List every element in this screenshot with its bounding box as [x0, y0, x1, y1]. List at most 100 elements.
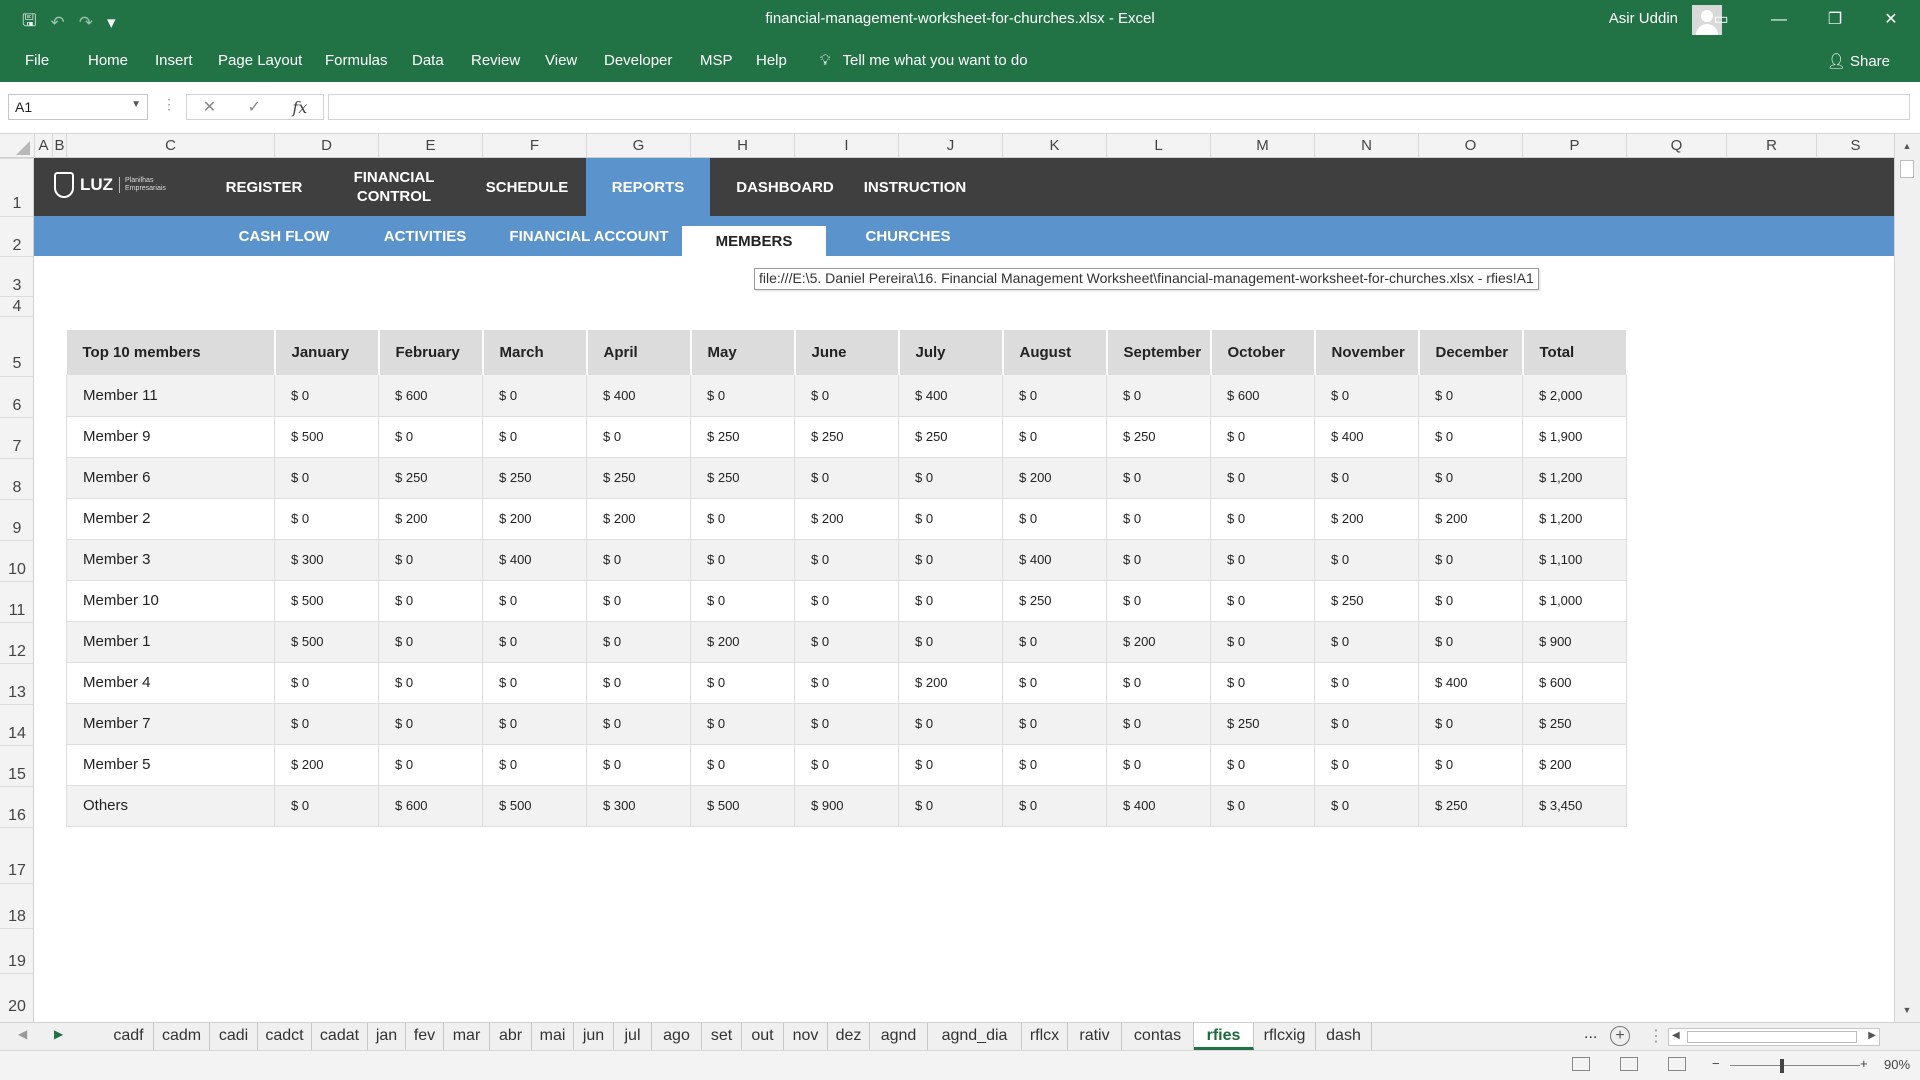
amount-cell[interactable]: $ 0: [794, 375, 899, 417]
member-name-cell[interactable]: Member 7: [66, 703, 275, 745]
total-cell[interactable]: $ 1,200: [1522, 498, 1627, 540]
amount-cell[interactable]: $ 0: [378, 703, 483, 745]
amount-cell[interactable]: $ 0: [274, 375, 379, 417]
amount-cell[interactable]: $ 250: [1418, 785, 1523, 827]
column-header[interactable]: R: [1726, 134, 1816, 158]
close-button[interactable]: ✕: [1862, 0, 1920, 40]
amount-cell[interactable]: $ 0: [898, 785, 1003, 827]
column-header[interactable]: S: [1816, 134, 1894, 158]
amount-cell[interactable]: $ 200: [794, 498, 899, 540]
amount-cell[interactable]: $ 0: [274, 703, 379, 745]
cancel-icon[interactable]: ✕: [203, 97, 216, 117]
column-header[interactable]: H: [690, 134, 794, 158]
amount-cell[interactable]: $ 200: [690, 621, 795, 663]
insert-function-icon[interactable]: fx: [292, 98, 307, 117]
total-cell[interactable]: $ 250: [1522, 703, 1627, 745]
resize-handle-icon[interactable]: ⋮: [162, 96, 176, 113]
nav-financial-control[interactable]: FINANCIAL CONTROL: [334, 158, 454, 216]
amount-cell[interactable]: $ 0: [690, 662, 795, 704]
tab-help[interactable]: Help: [756, 52, 787, 69]
amount-cell[interactable]: $ 0: [1314, 662, 1419, 704]
amount-cell[interactable]: $ 400: [586, 375, 691, 417]
worksheet[interactable]: LUZ Planilhas Empresariais REGISTER FINAN…: [34, 158, 1894, 1022]
amount-cell[interactable]: $ 600: [378, 785, 483, 827]
amount-cell[interactable]: $ 200: [1314, 498, 1419, 540]
amount-cell[interactable]: $ 0: [898, 498, 1003, 540]
formula-input[interactable]: [328, 94, 1910, 120]
row-header[interactable]: 11: [0, 581, 34, 622]
tell-me-box[interactable]: 💡︎ Tell me what you want to do: [820, 52, 1028, 69]
amount-cell[interactable]: $ 200: [898, 662, 1003, 704]
amount-cell[interactable]: $ 250: [794, 416, 899, 458]
amount-cell[interactable]: $ 0: [898, 457, 1003, 499]
amount-cell[interactable]: $ 200: [1106, 621, 1211, 663]
member-name-cell[interactable]: Member 11: [66, 375, 275, 417]
enter-icon[interactable]: ✓: [248, 97, 261, 117]
subtab-members[interactable]: MEMBERS: [682, 226, 826, 256]
amount-cell[interactable]: $ 0: [586, 416, 691, 458]
amount-cell[interactable]: $ 0: [482, 744, 587, 786]
sheet-tab-fev[interactable]: fev: [406, 1023, 444, 1050]
amount-cell[interactable]: $ 600: [1210, 375, 1315, 417]
row-header[interactable]: 20: [0, 973, 34, 1018]
row-header[interactable]: 10: [0, 540, 34, 581]
amount-cell[interactable]: $ 0: [690, 744, 795, 786]
minimize-button[interactable]: —: [1750, 0, 1808, 40]
row-header[interactable]: 19: [0, 928, 34, 973]
sheet-tab-nov[interactable]: nov: [784, 1023, 828, 1050]
hscroll-thumb[interactable]: [1687, 1031, 1857, 1043]
sheet-tab-jul[interactable]: jul: [614, 1023, 652, 1050]
column-header[interactable]: F: [482, 134, 586, 158]
amount-cell[interactable]: $ 0: [1418, 416, 1523, 458]
amount-cell[interactable]: $ 0: [1210, 457, 1315, 499]
amount-cell[interactable]: $ 0: [1106, 375, 1211, 417]
column-header[interactable]: J: [898, 134, 1002, 158]
tab-review[interactable]: Review: [471, 52, 520, 69]
amount-cell[interactable]: $ 0: [898, 580, 1003, 622]
amount-cell[interactable]: $ 0: [1314, 457, 1419, 499]
amount-cell[interactable]: $ 0: [1314, 375, 1419, 417]
scroll-down-icon[interactable]: ▼: [1899, 1002, 1915, 1018]
row-header[interactable]: 16: [0, 786, 34, 827]
amount-cell[interactable]: $ 0: [898, 621, 1003, 663]
amount-cell[interactable]: $ 500: [274, 416, 379, 458]
zoom-level[interactable]: 90%: [1884, 1057, 1910, 1072]
total-cell[interactable]: $ 2,000: [1522, 375, 1627, 417]
amount-cell[interactable]: $ 0: [378, 416, 483, 458]
sheet-tab-contas[interactable]: contas: [1122, 1023, 1194, 1050]
row-header[interactable]: 7: [0, 417, 34, 458]
row-header[interactable]: 3: [0, 256, 34, 296]
amount-cell[interactable]: $ 0: [1106, 457, 1211, 499]
amount-cell[interactable]: $ 0: [690, 498, 795, 540]
member-name-cell[interactable]: Member 2: [66, 498, 275, 540]
amount-cell[interactable]: $ 0: [1106, 744, 1211, 786]
amount-cell[interactable]: $ 200: [378, 498, 483, 540]
amount-cell[interactable]: $ 500: [482, 785, 587, 827]
tab-page-layout[interactable]: Page Layout: [218, 52, 302, 69]
zoom-in-button[interactable]: +: [1860, 1056, 1868, 1071]
sheet-tab-cadf[interactable]: cadf: [104, 1023, 154, 1050]
amount-cell[interactable]: $ 0: [1314, 703, 1419, 745]
amount-cell[interactable]: $ 200: [1002, 457, 1107, 499]
row-header[interactable]: 8: [0, 458, 34, 499]
amount-cell[interactable]: $ 0: [1002, 703, 1107, 745]
name-box[interactable]: A1 ▼: [8, 94, 148, 120]
zoom-slider-thumb[interactable]: [1780, 1059, 1784, 1073]
amount-cell[interactable]: $ 0: [1002, 785, 1107, 827]
column-header[interactable]: E: [378, 134, 482, 158]
sheet-tab-agnd[interactable]: agnd: [870, 1023, 928, 1050]
amount-cell[interactable]: $ 0: [1106, 662, 1211, 704]
nav-instruction[interactable]: INSTRUCTION: [850, 158, 980, 216]
subtab-churches[interactable]: CHURCHES: [848, 216, 968, 256]
amount-cell[interactable]: $ 200: [274, 744, 379, 786]
member-name-cell[interactable]: Member 3: [66, 539, 275, 581]
amount-cell[interactable]: $ 250: [690, 457, 795, 499]
amount-cell[interactable]: $ 0: [1106, 703, 1211, 745]
row-header[interactable]: 15: [0, 745, 34, 786]
sheet-tab-jan[interactable]: jan: [368, 1023, 406, 1050]
sheet-tab-dez[interactable]: dez: [828, 1023, 870, 1050]
sheet-tab-rflcxig[interactable]: rflcxig: [1254, 1023, 1316, 1050]
zoom-out-button[interactable]: −: [1712, 1056, 1720, 1071]
amount-cell[interactable]: $ 300: [586, 785, 691, 827]
tab-msp[interactable]: MSP: [700, 52, 733, 69]
